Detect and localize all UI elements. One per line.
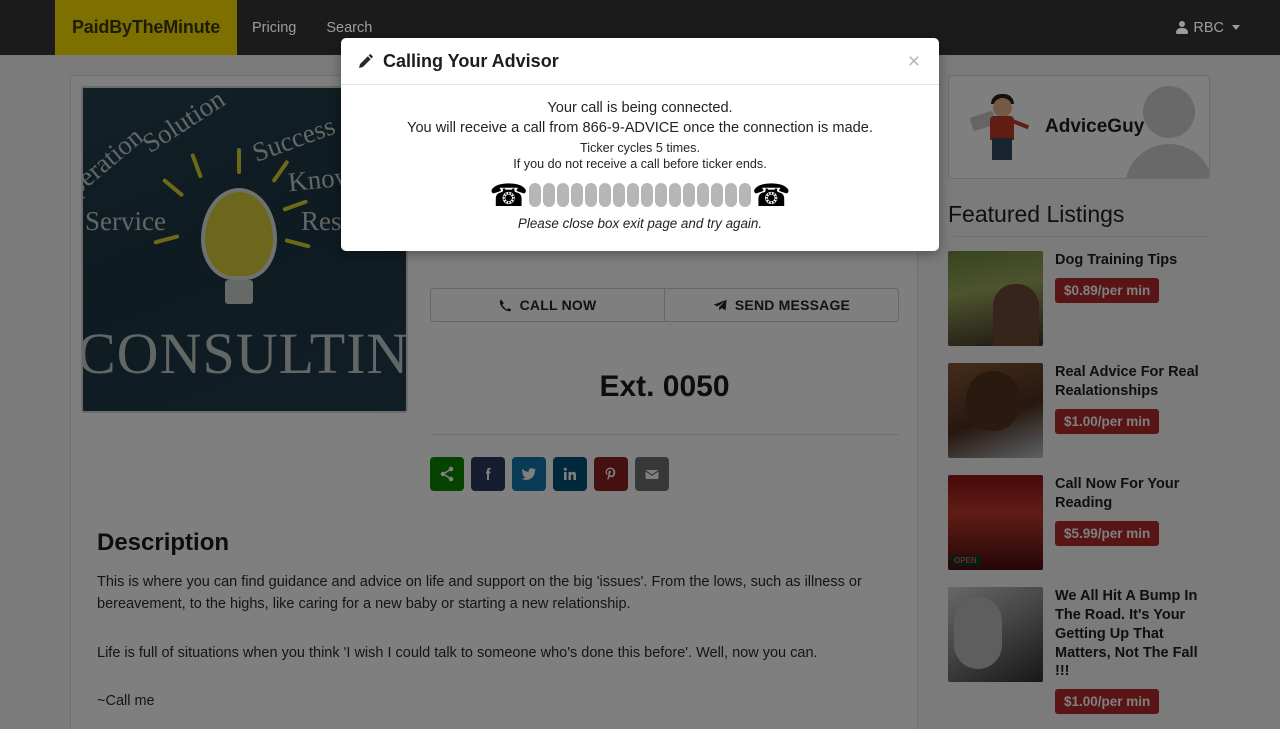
description-section: Description This is where you can find g… [71, 501, 917, 729]
lightbulb-base [225, 280, 253, 304]
price-badge: $1.00/per min [1055, 408, 1160, 434]
share-button-row [430, 457, 899, 491]
chalk-word-success: Success [248, 110, 339, 168]
lightbulb-icon [201, 188, 277, 280]
list-item[interactable]: Real Advice For Real Realationships $1.0… [948, 363, 1210, 458]
list-item[interactable]: We All Hit A Bump In The Road. It's Your… [948, 587, 1210, 715]
divider [430, 434, 899, 435]
modal-line-3: Ticker cycles 5 times. [580, 141, 700, 155]
ticker-bar [725, 183, 737, 208]
lightbulb-ray [190, 152, 203, 179]
list-item[interactable]: Dog Training Tips $0.89/per min [948, 251, 1210, 346]
modal-footer-note: Please close box exit page and try again… [517, 216, 763, 232]
modal-line-1: Your call is being connected. [547, 100, 733, 116]
ticker-bar [529, 183, 541, 208]
modal-body: Your call is being connected. You will r… [341, 85, 939, 251]
price-badge: $5.99/per min [1055, 520, 1160, 546]
listing-info: Dog Training Tips $0.89/per min [1055, 251, 1210, 346]
phone-icon: ☎ [489, 177, 528, 213]
send-message-button[interactable]: SEND MESSAGE [665, 288, 899, 322]
twitter-icon[interactable] [512, 457, 546, 491]
ticker-bar [613, 183, 625, 208]
send-message-label: SEND MESSAGE [734, 297, 851, 313]
ticker-bar [599, 183, 611, 208]
phone-icon: ☎ [752, 177, 791, 213]
listing-title: We All Hit A Bump In The Road. It's Your… [1055, 588, 1198, 680]
description-paragraph: ~Call me [97, 693, 155, 710]
ticker-bar [739, 183, 751, 208]
ticker-bar [557, 183, 569, 208]
chevron-down-icon [1232, 25, 1240, 30]
chalk-word-consulting: CONSULTING [81, 321, 408, 386]
listing-info: Real Advice For Real Realationships $1.0… [1055, 363, 1210, 458]
ticker-bar [571, 183, 583, 208]
description-heading: Description [97, 529, 230, 556]
action-button-row: CALL NOW SEND MESSAGE [430, 288, 899, 322]
profile-name: AdviceGuy [1045, 116, 1145, 137]
price-badge: $1.00/per min [1055, 689, 1160, 715]
listing-title: Real Advice For Real Realationships [1055, 364, 1199, 399]
ticker-bars [529, 183, 751, 208]
close-icon[interactable]: × [906, 51, 922, 72]
share-icon[interactable] [430, 457, 464, 491]
listing-title: Dog Training Tips [1055, 252, 1178, 268]
sidebar: AdviceGuy Featured Listings Dog Training… [948, 75, 1210, 729]
chalk-word-solution: Solution [136, 86, 231, 159]
ticker-bar [697, 183, 709, 208]
list-item[interactable]: Call Now For Your Reading $5.99/per min [948, 475, 1210, 570]
listing-thumbnail [948, 363, 1043, 458]
brand-logo[interactable]: PaidByTheMinute [55, 0, 238, 55]
user-icon [1176, 21, 1189, 34]
modal-title-text: Calling Your Advisor [383, 50, 559, 71]
call-now-button[interactable]: CALL NOW [430, 288, 665, 322]
email-icon[interactable] [635, 457, 669, 491]
ticker-bar [585, 183, 597, 208]
chalk-word-service: Service [85, 206, 166, 236]
ticker-bar [711, 183, 723, 208]
nav-link-pricing[interactable]: Pricing [237, 0, 311, 55]
ticker-bar [627, 183, 639, 208]
call-ticker: ☎ ☎ [361, 178, 919, 212]
advisor-illustration-icon [969, 92, 1033, 162]
profile-card[interactable]: AdviceGuy [948, 75, 1210, 179]
ticker-bar [543, 183, 555, 208]
modal-line-2: You will receive a call from 866-9-ADVIC… [407, 120, 873, 136]
listing-thumbnail [948, 587, 1043, 682]
call-now-label: CALL NOW [519, 297, 597, 313]
description-paragraph: This is where you can find guidance and … [97, 574, 862, 613]
linkedin-icon[interactable] [553, 457, 587, 491]
ticker-bar [669, 183, 681, 208]
navbar-left-group: PaidByTheMinute Pricing Search [55, 0, 387, 55]
extension-number: Ext. 0050 [599, 370, 730, 403]
chalk-word-res: Res [301, 206, 342, 236]
paper-plane-icon [713, 299, 727, 310]
pinterest-icon[interactable] [594, 457, 628, 491]
lightbulb-ray [161, 177, 185, 198]
listing-thumbnail [948, 475, 1043, 570]
listing-title: Call Now For Your Reading [1055, 476, 1180, 511]
ticker-bar [655, 183, 667, 208]
ticker-bar [641, 183, 653, 208]
listing-thumbnail [948, 251, 1043, 346]
price-badge: $0.89/per min [1055, 277, 1160, 303]
description-paragraph: Life is full of situations when you thin… [97, 644, 818, 661]
user-menu-label: RBC [1193, 19, 1224, 36]
divider [948, 236, 1210, 237]
modal-header: Calling Your Advisor × [341, 38, 939, 85]
user-menu[interactable]: RBC [1176, 0, 1240, 55]
modal-title: Calling Your Advisor [358, 51, 559, 72]
phone-icon [499, 299, 511, 311]
facebook-icon[interactable] [471, 457, 505, 491]
modal-line-4: If you do not receive a call before tick… [513, 156, 767, 171]
featured-listings-heading: Featured Listings [948, 201, 1125, 227]
lightbulb-ray [284, 238, 311, 249]
ticker-bar [683, 183, 695, 208]
listing-info: Call Now For Your Reading $5.99/per min [1055, 475, 1210, 570]
page-root: PaidByTheMinute Pricing Search RBC perat… [0, 0, 1280, 729]
calling-advisor-modal: Calling Your Advisor × Your call is bein… [341, 38, 939, 252]
pencil-icon [358, 53, 374, 69]
lightbulb-ray [237, 148, 241, 174]
listing-info: We All Hit A Bump In The Road. It's Your… [1055, 587, 1210, 715]
